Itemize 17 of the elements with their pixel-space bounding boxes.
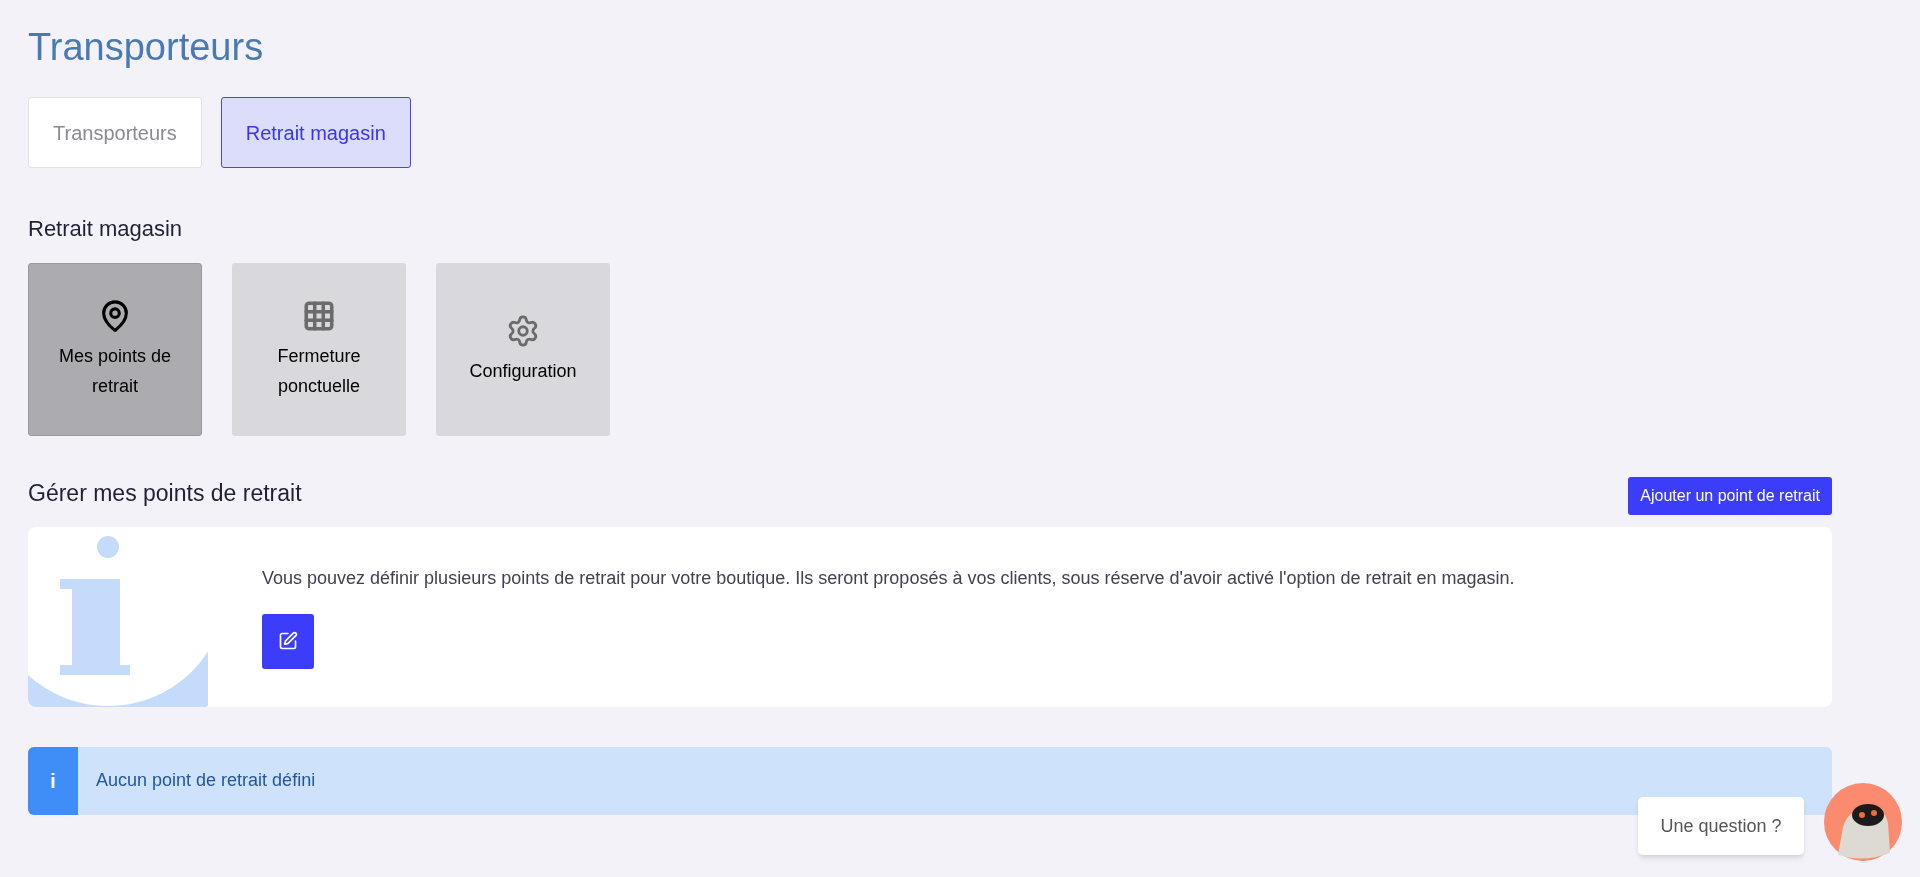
info-text: Vous pouvez définir plusieurs points de retrait pour votre boutique. Ils seront proposés à vos clients, sous réserve d'avoir activé l'option de retrait en magasin.: [262, 566, 1516, 590]
alert-icon: i: [28, 746, 78, 815]
menu-tile[interactable]: Configuration: [436, 263, 610, 436]
settings-icon: [506, 313, 540, 348]
menu-tile[interactable]: Fermeture ponctuelle: [232, 263, 406, 436]
alert-text: Aucun point de retrait défini: [96, 769, 316, 792]
chat-button[interactable]: Une question ?: [1638, 797, 1804, 855]
tab[interactable]: Retrait magasin: [220, 97, 411, 168]
section-title: Retrait magasin: [28, 215, 183, 243]
chat-avatar-icon[interactable]: [1824, 783, 1902, 861]
grid-icon: [302, 298, 336, 333]
edit-button[interactable]: [262, 613, 314, 669]
edit-icon: [278, 631, 298, 651]
menu-tile[interactable]: Mes points de retrait: [28, 263, 202, 436]
section-title: Gérer mes points de retrait: [28, 479, 302, 508]
page-title: Transporteurs: [28, 25, 264, 70]
add-button[interactable]: Ajouter un point de retrait: [1628, 476, 1832, 515]
